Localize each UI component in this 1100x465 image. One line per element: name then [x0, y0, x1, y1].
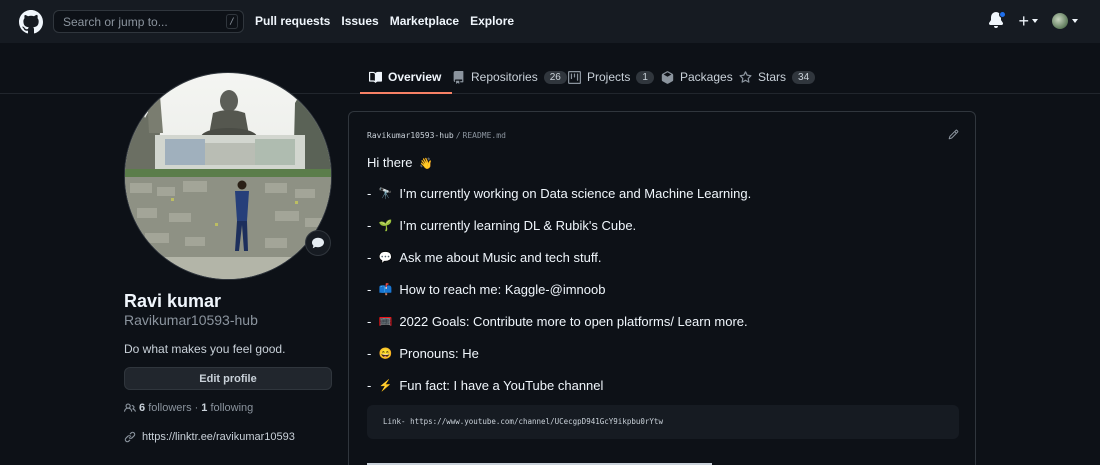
- follow-stats: 6 followers · 1 following: [124, 402, 253, 414]
- bullet-dash: -: [367, 346, 372, 361]
- search-input[interactable]: Search or jump to... /: [53, 10, 244, 33]
- smiley-icon: 😄: [378, 348, 393, 360]
- followers-link[interactable]: 6 followers: [139, 402, 192, 414]
- profile-avatar[interactable]: [124, 72, 332, 280]
- profile-website: https://linktr.ee/ravikumar10593: [124, 431, 295, 443]
- nav-issues[interactable]: Issues: [341, 14, 378, 28]
- top-navbar: Search or jump to... / Pull requests Iss…: [0, 0, 1100, 43]
- profile-bio: Do what makes you feel good.: [124, 342, 286, 356]
- readme-bullet: - 😄 Pronouns: He: [367, 346, 479, 361]
- project-icon: [568, 70, 581, 84]
- user-menu-button[interactable]: [1052, 13, 1078, 29]
- following-label: following: [210, 402, 254, 414]
- edit-profile-button[interactable]: Edit profile: [124, 367, 332, 390]
- readme-filename: README.md: [462, 131, 506, 140]
- repo-icon: [453, 70, 464, 84]
- bullet-dash: -: [367, 282, 372, 297]
- followers-count: 6: [139, 402, 146, 414]
- notification-dot: [999, 11, 1007, 18]
- bullet-text: Pronouns: He: [399, 346, 479, 361]
- bullet-text: Ask me about Music and tech stuff.: [399, 250, 602, 265]
- readme-path: Ravikumar10593-hub / README.md: [367, 131, 506, 140]
- bullet-dash: -: [367, 314, 372, 329]
- global-nav: Pull requests Issues Marketplace Explore: [255, 14, 514, 28]
- bullet-text: I’m currently learning DL & Rubik's Cube…: [399, 218, 637, 233]
- github-logo-icon[interactable]: [19, 10, 43, 34]
- chevron-down-icon: [1032, 19, 1038, 23]
- bullet-text: I’m currently working on Data science an…: [399, 186, 752, 201]
- waving-hand-icon: 👋: [419, 158, 433, 170]
- path-separator: /: [455, 131, 461, 140]
- tab-projects[interactable]: Projects 1: [568, 61, 654, 93]
- tab-label: Projects: [587, 70, 631, 84]
- search-shortcut-key: /: [226, 14, 238, 29]
- following-count: 1: [201, 402, 208, 414]
- goal-net-icon: 🥅: [378, 316, 393, 328]
- code-text: Link- https://www.youtube.com/channel/UC…: [383, 417, 663, 426]
- bullet-text: How to reach me: Kaggle-@imnoob: [399, 282, 606, 297]
- profile-name: Ravi kumar: [124, 291, 222, 311]
- profile-tabs: Overview Repositories 26 Projects 1 Pack…: [0, 61, 1100, 94]
- chevron-down-icon: [1072, 19, 1078, 23]
- followers-label: followers: [148, 402, 192, 414]
- speech-balloon-icon: 💬: [378, 252, 393, 264]
- readme-card: Ravikumar10593-hub / README.md Hi there 👋 …: [348, 111, 976, 465]
- separator-dot: ·: [194, 402, 199, 414]
- speech-bubble-icon: [312, 237, 324, 249]
- bullet-text: 2022 Goals: Contribute more to open plat…: [399, 314, 748, 329]
- telescope-icon: 🔭: [378, 188, 393, 200]
- tab-packages[interactable]: Packages: [661, 61, 733, 93]
- readme-bullet: - ⚡ Fun fact: I have a YouTube channel: [367, 378, 603, 393]
- readme-bullet: - 🥅 2022 Goals: Contribute more to open …: [367, 314, 748, 329]
- profile-username: Ravikumar10593-hub: [124, 312, 258, 328]
- nav-marketplace[interactable]: Marketplace: [390, 14, 459, 28]
- tab-repositories[interactable]: Repositories 26: [452, 61, 567, 93]
- following-link[interactable]: 1 following: [201, 402, 253, 414]
- tab-label: Packages: [680, 70, 733, 84]
- nav-pull-requests[interactable]: Pull requests: [255, 14, 330, 28]
- tab-stars[interactable]: Stars 34: [739, 61, 816, 93]
- set-status-button[interactable]: [305, 230, 331, 256]
- readme-bullet: - 📫 How to reach me: Kaggle-@imnoob: [367, 282, 605, 297]
- notifications-button[interactable]: [988, 11, 1007, 30]
- readme-owner-link[interactable]: Ravikumar10593-hub: [367, 131, 454, 140]
- tab-label: Repositories: [471, 70, 538, 84]
- header-actions: +: [988, 11, 1078, 30]
- tab-label: Stars: [758, 70, 787, 84]
- bullet-dash: -: [367, 250, 372, 265]
- bullet-dash: -: [367, 186, 372, 201]
- star-icon: [739, 70, 752, 83]
- people-icon: [124, 403, 136, 412]
- create-new-button[interactable]: +: [1018, 12, 1038, 30]
- profile-photo-icon: [125, 73, 331, 279]
- readme-bullet: - 💬 Ask me about Music and tech stuff.: [367, 250, 601, 265]
- tab-label: Overview: [388, 70, 442, 84]
- search-placeholder: Search or jump to...: [63, 14, 168, 29]
- readme-greeting: Hi there 👋: [367, 155, 433, 170]
- nav-explore[interactable]: Explore: [470, 14, 514, 28]
- pencil-icon[interactable]: [948, 129, 959, 140]
- code-block: Link- https://www.youtube.com/channel/UC…: [367, 405, 959, 439]
- lightning-icon: ⚡: [378, 380, 393, 392]
- bullet-dash: -: [367, 218, 372, 233]
- book-icon: [369, 71, 382, 83]
- bullet-dash: -: [367, 378, 372, 393]
- repositories-count-badge: 26: [543, 70, 567, 84]
- readme-bullet: - 🌱 I’m currently learning DL & Rubik's …: [367, 218, 636, 233]
- projects-count-badge: 1: [636, 70, 654, 84]
- tab-overview[interactable]: Overview: [359, 61, 453, 94]
- avatar: [1052, 13, 1068, 29]
- plus-icon: +: [1018, 11, 1029, 31]
- greeting-text: Hi there: [367, 155, 413, 170]
- package-icon: [661, 70, 674, 84]
- seedling-icon: 🌱: [378, 220, 393, 232]
- bullet-text: Fun fact: I have a YouTube channel: [399, 378, 604, 393]
- link-icon: [124, 431, 136, 443]
- website-link[interactable]: https://linktr.ee/ravikumar10593: [142, 431, 295, 443]
- readme-bullet: - 🔭 I’m currently working on Data scienc…: [367, 186, 751, 201]
- stars-count-badge: 34: [792, 70, 816, 84]
- mailbox-icon: 📫: [378, 284, 393, 296]
